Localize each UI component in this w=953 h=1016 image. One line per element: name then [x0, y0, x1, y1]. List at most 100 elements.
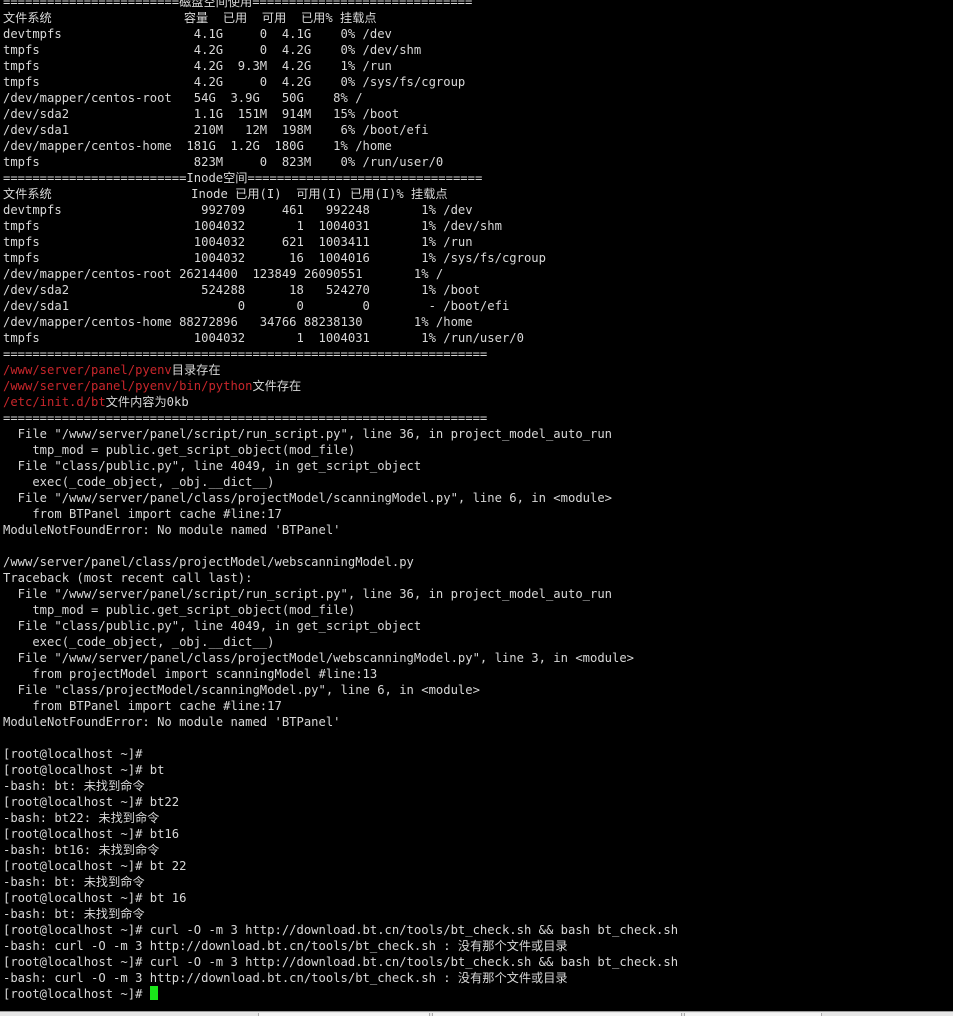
terminal-line: exec(_code_object, _obj.__dict__)	[3, 634, 951, 650]
terminal-line: -bash: bt22: 未找到命令	[3, 810, 951, 826]
terminal-text: [root@localhost ~]# bt 16	[3, 891, 187, 905]
terminal-text: /dev/mapper/centos-home 181G 1.2G 180G 1…	[3, 139, 392, 153]
terminal-line: from projectModel import scanningModel #…	[3, 666, 951, 682]
terminal-text: -bash: bt: 未找到命令	[3, 875, 145, 889]
terminal-text: [root@localhost ~]# bt	[3, 763, 165, 777]
terminal-text: 文件存在	[252, 379, 302, 393]
terminal-text: [root@localhost ~]# bt 22	[3, 859, 187, 873]
terminal-text: -bash: curl -O -m 3 http://download.bt.c…	[3, 971, 568, 985]
terminal-text: -bash: bt16: 未找到命令	[3, 843, 160, 857]
path-highlight: /www/server/panel/pyenv	[3, 363, 172, 377]
terminal-line: File "class/public.py", line 4049, in ge…	[3, 618, 951, 634]
terminal-text: [root@localhost ~]# bt16	[3, 827, 180, 841]
terminal-output[interactable]: ========================磁盘空间使用==========…	[3, 0, 951, 1002]
terminal-text: exec(_code_object, _obj.__dict__)	[3, 635, 275, 649]
terminal-text: tmp_mod = public.get_script_object(mod_f…	[3, 603, 356, 617]
terminal-line: /etc/init.d/bt文件内容为0kb	[3, 394, 951, 410]
terminal-text: tmpfs 1004032 1 1004031 1% /run/user/0	[3, 331, 524, 345]
terminal-text: File "/www/server/panel/script/run_scrip…	[3, 587, 613, 601]
terminal-line: /dev/mapper/centos-root 26214400 123849 …	[3, 266, 951, 282]
terminal-text: /dev/mapper/centos-home 88272896 34766 8…	[3, 315, 473, 329]
terminal-text: [root@localhost ~]# curl -O -m 3 http://…	[3, 923, 679, 937]
terminal-text: ModuleNotFoundError: No module named 'BT…	[3, 523, 341, 537]
text-cursor	[149, 986, 158, 1000]
terminal-line: /dev/sda2 1.1G 151M 914M 15% /boot	[3, 106, 951, 122]
terminal-line: tmpfs 4.2G 0 4.2G 0% /sys/fs/cgroup	[3, 74, 951, 90]
terminal-text: File "/www/server/panel/script/run_scrip…	[3, 427, 613, 441]
terminal-text: [root@localhost ~]# curl -O -m 3 http://…	[3, 955, 679, 969]
terminal-line: devtmpfs 992709 461 992248 1% /dev	[3, 202, 951, 218]
terminal-text: -bash: bt: 未找到命令	[3, 907, 145, 921]
terminal-line: /dev/mapper/centos-root 54G 3.9G 50G 8% …	[3, 90, 951, 106]
terminal-line: =========================Inode空间========…	[3, 170, 951, 186]
terminal-line: /dev/mapper/centos-home 181G 1.2G 180G 1…	[3, 138, 951, 154]
terminal-line: -bash: bt: 未找到命令	[3, 778, 951, 794]
terminal-text: 文件系统 容量 已用 可用 已用% 挂载点	[3, 11, 377, 25]
terminal-text: -bash: bt: 未找到命令	[3, 779, 145, 793]
terminal-line: tmpfs 1004032 1 1004031 1% /dev/shm	[3, 218, 951, 234]
terminal-text: /dev/mapper/centos-root 54G 3.9G 50G 8% …	[3, 91, 363, 105]
terminal-text: File "/www/server/panel/class/projectMod…	[3, 651, 635, 665]
terminal-text: devtmpfs 992709 461 992248 1% /dev	[3, 203, 473, 217]
terminal-line: ========================磁盘空间使用==========…	[3, 0, 951, 10]
terminal-line: ModuleNotFoundError: No module named 'BT…	[3, 522, 951, 538]
terminal-text: ========================磁盘空间使用==========…	[3, 0, 473, 9]
terminal-text: File "class/public.py", line 4049, in ge…	[3, 459, 422, 473]
terminal-text: -bash: curl -O -m 3 http://download.bt.c…	[3, 939, 568, 953]
terminal-text: ModuleNotFoundError: No module named 'BT…	[3, 715, 341, 729]
terminal-line: from BTPanel import cache #line:17	[3, 506, 951, 522]
terminal-text: File "class/projectModel/scanningModel.p…	[3, 683, 480, 697]
command-prompt-line[interactable]: [root@localhost ~]#	[3, 986, 951, 1002]
terminal-line: [root@localhost ~]#	[3, 746, 951, 762]
terminal-line: File "/www/server/panel/script/run_scrip…	[3, 426, 951, 442]
terminal-line: ModuleNotFoundError: No module named 'BT…	[3, 714, 951, 730]
terminal-line: /dev/sda1 0 0 0 - /boot/efi	[3, 298, 951, 314]
terminal-text: tmpfs 4.2G 0 4.2G 0% /dev/shm	[3, 43, 422, 57]
terminal-text: 文件内容为0kb	[105, 395, 189, 409]
path-highlight: /etc/init.d/bt	[3, 395, 106, 409]
terminal-line: [root@localhost ~]# curl -O -m 3 http://…	[3, 922, 951, 938]
terminal-line: tmpfs 1004032 621 1003411 1% /run	[3, 234, 951, 250]
terminal-line: exec(_code_object, _obj.__dict__)	[3, 474, 951, 490]
terminal-text: /dev/sda1 0 0 0 - /boot/efi	[3, 299, 510, 313]
terminal-text: tmpfs 1004032 16 1004016 1% /sys/fs/cgro…	[3, 251, 546, 265]
terminal-line: [root@localhost ~]# curl -O -m 3 http://…	[3, 954, 951, 970]
terminal-text: tmpfs 4.2G 0 4.2G 0% /sys/fs/cgroup	[3, 75, 466, 89]
terminal-line: /dev/sda1 210M 12M 198M 6% /boot/efi	[3, 122, 951, 138]
terminal-line: tmpfs 1004032 1 1004031 1% /run/user/0	[3, 330, 951, 346]
shell-prompt: [root@localhost ~]#	[3, 987, 150, 1001]
terminal-line: tmpfs 4.2G 9.3M 4.2G 1% /run	[3, 58, 951, 74]
terminal-line: /dev/sda2 524288 18 524270 1% /boot	[3, 282, 951, 298]
terminal-line: tmpfs 4.2G 0 4.2G 0% /dev/shm	[3, 42, 951, 58]
terminal-text: File "class/public.py", line 4049, in ge…	[3, 619, 422, 633]
terminal-line: tmpfs 823M 0 823M 0% /run/user/0	[3, 154, 951, 170]
terminal-text: /dev/sda1 210M 12M 198M 6% /boot/efi	[3, 123, 429, 137]
terminal-line: -bash: curl -O -m 3 http://download.bt.c…	[3, 938, 951, 954]
terminal-line: tmpfs 1004032 16 1004016 1% /sys/fs/cgro…	[3, 250, 951, 266]
terminal-line: /www/server/panel/class/projectModel/web…	[3, 554, 951, 570]
terminal-text: [root@localhost ~]#	[3, 747, 143, 761]
terminal-line: File "class/public.py", line 4049, in ge…	[3, 458, 951, 474]
terminal-text: from projectModel import scanningModel #…	[3, 667, 378, 681]
terminal-line: [root@localhost ~]# bt 22	[3, 858, 951, 874]
terminal-text: ========================================…	[3, 411, 488, 425]
terminal-text: File "/www/server/panel/class/projectMod…	[3, 491, 613, 505]
terminal-text: exec(_code_object, _obj.__dict__)	[3, 475, 275, 489]
terminal-line: tmp_mod = public.get_script_object(mod_f…	[3, 602, 951, 618]
terminal-text: ========================================…	[3, 347, 488, 361]
terminal-text: =========================Inode空间========…	[3, 171, 483, 185]
terminal-line: File "/www/server/panel/class/projectMod…	[3, 490, 951, 506]
terminal-line: File "/www/server/panel/script/run_scrip…	[3, 586, 951, 602]
terminal-text: tmpfs 4.2G 9.3M 4.2G 1% /run	[3, 59, 392, 73]
terminal-text: 文件系统 Inode 已用(I) 可用(I) 已用(I)% 挂载点	[3, 187, 448, 201]
terminal-text: from BTPanel import cache #line:17	[3, 699, 282, 713]
terminal-line: /dev/mapper/centos-home 88272896 34766 8…	[3, 314, 951, 330]
terminal-line: from BTPanel import cache #line:17	[3, 698, 951, 714]
terminal-text: tmp_mod = public.get_script_object(mod_f…	[3, 443, 356, 457]
terminal-line: ========================================…	[3, 346, 951, 362]
terminal-text: from BTPanel import cache #line:17	[3, 507, 282, 521]
terminal-line: [root@localhost ~]# bt16	[3, 826, 951, 842]
terminal-line: /www/server/panel/pyenv目录存在	[3, 362, 951, 378]
